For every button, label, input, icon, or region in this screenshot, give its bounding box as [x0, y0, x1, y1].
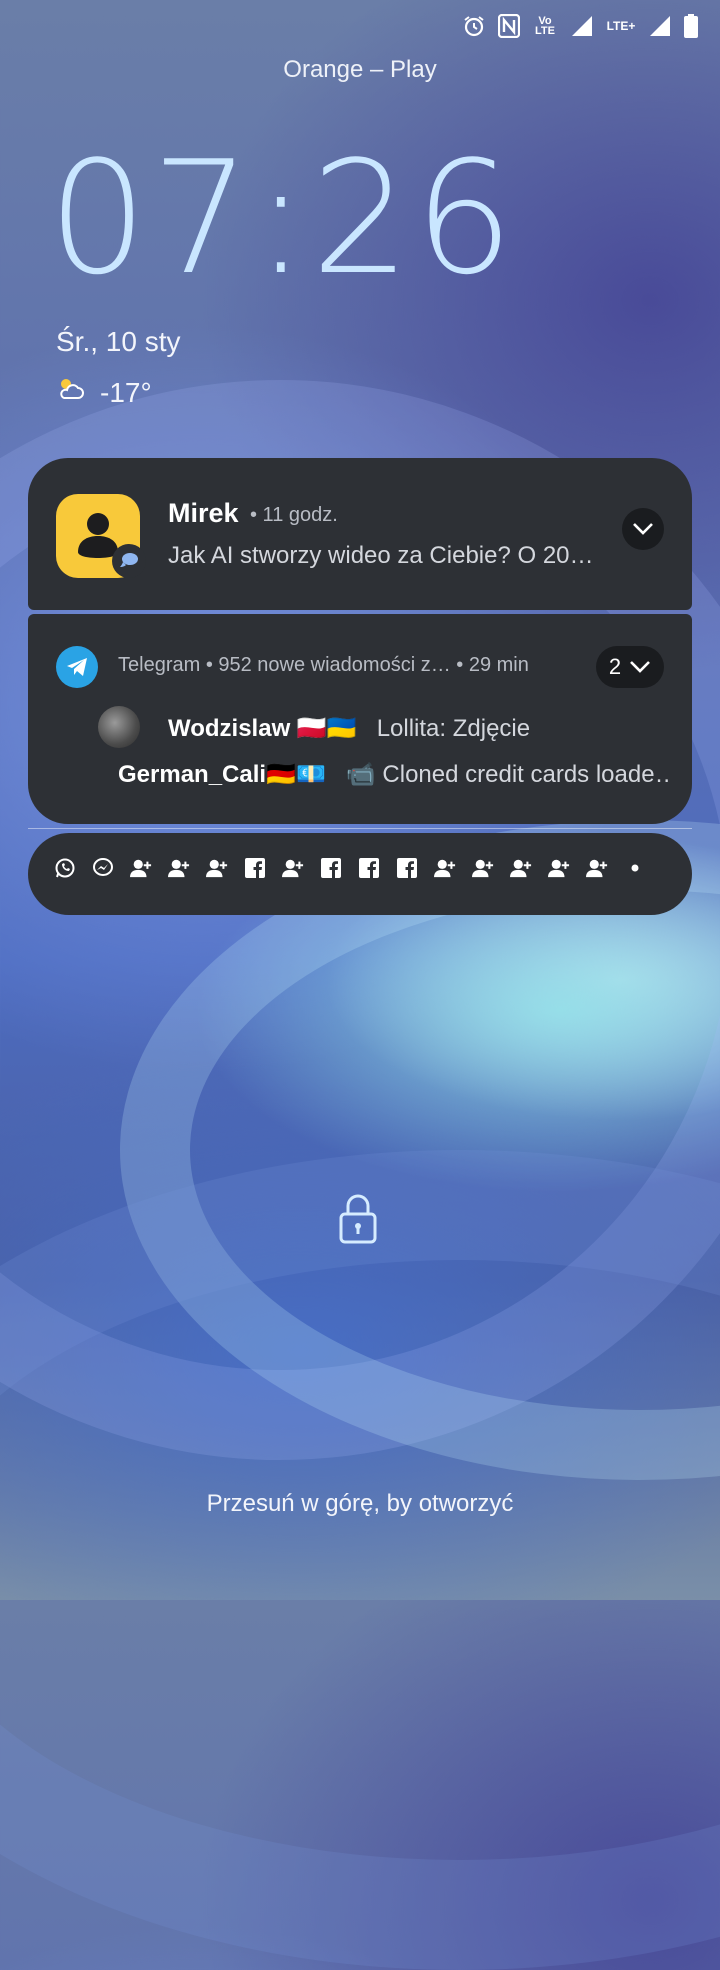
divider [28, 828, 692, 829]
message-sender: Wodzislaw 🇵🇱🇺🇦 [168, 715, 357, 742]
notification-mirek[interactable]: Mirek • 11 godz. Jak AI stworzy wideo za… [28, 458, 692, 610]
message-text: 📹 Cloned credit cards loade… [345, 761, 668, 788]
nfc-icon [498, 14, 520, 38]
whatsapp-icon [54, 857, 76, 879]
message-sender: German_Cali🇩🇪💶 [118, 761, 326, 788]
lockscreen-clock: 07:26 [48, 127, 518, 309]
message-icon [112, 544, 146, 578]
battery-icon [684, 14, 698, 38]
facebook-icon [358, 857, 380, 879]
add-contact-icon [434, 857, 456, 879]
swipe-up-hint: Przesuń w górę, by otworzyć [206, 1490, 514, 1517]
add-contact-icon [130, 857, 152, 879]
notification-body: Jak AI stworzy wideo za Ciebie? O 20… [168, 542, 594, 569]
notification-title: Mirek [168, 498, 239, 528]
notification-telegram[interactable]: Telegram • 952 nowe wiadomości z… • 29 m… [28, 614, 692, 824]
expand-button[interactable] [622, 508, 664, 550]
notification-time: • 11 godz. [250, 504, 338, 526]
lockscreen-date: Śr., 10 sty [56, 326, 181, 357]
temperature: -17° [100, 376, 152, 408]
facebook-icon [244, 857, 266, 879]
signal-icon [648, 14, 672, 38]
message-line: Wodzislaw 🇵🇱🇺🇦 Lollita: Zdjęcie [168, 714, 530, 743]
telegram-icon [56, 646, 98, 688]
message-line: German_Cali🇩🇪💶 📹 Cloned credit cards loa… [118, 760, 668, 789]
partly-cloudy-icon [56, 374, 86, 411]
more-dot-icon [624, 857, 646, 879]
carrier-name: Orange – Play [283, 56, 437, 83]
messenger-icon [92, 857, 114, 879]
status-bar: Vo LTE LTE+ [0, 0, 720, 54]
add-contact-icon [168, 857, 190, 879]
signal-icon [570, 14, 594, 38]
message-count: 2 [608, 654, 622, 679]
add-contact-icon [282, 857, 304, 879]
lte-plus-icon: LTE+ [606, 19, 636, 33]
add-contact-icon [206, 857, 228, 879]
facebook-icon [320, 857, 342, 879]
expand-count-button[interactable]: 2 [596, 646, 664, 688]
facebook-icon [396, 857, 418, 879]
notification-header: Telegram • 952 nowe wiadomości z… • 29 m… [118, 654, 529, 676]
lock-icon[interactable] [338, 1192, 378, 1244]
chevron-down-icon [633, 523, 653, 535]
weather-widget: -17° [56, 374, 152, 411]
add-contact-icon [586, 857, 608, 879]
message-text: Lollita: Zdjęcie [376, 715, 531, 742]
chevron-down-icon [630, 661, 651, 673]
alarm-icon [462, 14, 486, 38]
volte-icon: Vo LTE [535, 15, 555, 37]
add-contact-icon [510, 857, 532, 879]
collapsed-notifications-shelf[interactable] [28, 833, 692, 915]
notification-icons-row [54, 857, 646, 879]
add-contact-icon [548, 857, 570, 879]
add-contact-icon [472, 857, 494, 879]
avatar [98, 706, 140, 748]
